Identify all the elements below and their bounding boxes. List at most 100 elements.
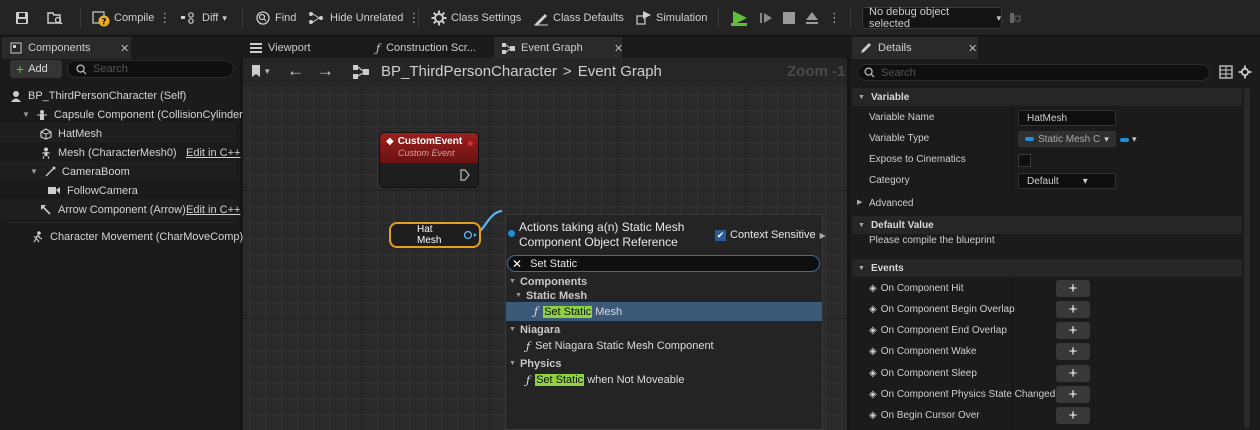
expose-checkbox[interactable] xyxy=(1018,154,1031,167)
breadcrumb-leaf[interactable]: Event Graph xyxy=(578,63,662,80)
tree-item-character-movement[interactable]: Character Movement (CharMoveComp) xyxy=(32,227,243,246)
graph-breadcrumb-bar: ▾ ← → BP_ThirdPersonCharacter > Event Gr… xyxy=(243,58,847,86)
step-icon[interactable] xyxy=(758,10,774,26)
details-scrollbar[interactable] xyxy=(1244,88,1250,428)
category-label: Static Mesh xyxy=(525,289,588,302)
tree-item-self[interactable]: BP_ThirdPersonCharacter (Self) xyxy=(10,86,186,105)
action-item-set-niagara-static-mesh[interactable]: ƒ Set Niagara Static Mesh Component xyxy=(506,337,822,355)
add-event-button[interactable]: + xyxy=(1056,322,1090,339)
hat-mesh-variable-node[interactable]: Hat Mesh xyxy=(389,222,481,248)
eject-icon[interactable] xyxy=(804,10,820,26)
category-physics[interactable]: ▼ Physics xyxy=(506,355,822,372)
class-defaults-label: Class Defaults xyxy=(553,12,624,24)
section-events[interactable]: ▼ Events xyxy=(852,259,1242,277)
action-item-set-static-when-not-moveable[interactable]: ƒ Set Static when Not Moveable xyxy=(506,371,822,389)
add-component-button[interactable]: + Add xyxy=(10,60,62,78)
table-view-icon[interactable] xyxy=(1219,65,1233,79)
tab-components[interactable]: Components ✕ xyxy=(2,37,131,59)
variable-type-select[interactable]: Static Mesh C ▾ xyxy=(1018,131,1116,147)
event-row: ◈ On Component Begin Overlap xyxy=(852,300,1242,321)
edit-in-cpp-link[interactable]: Edit in C++ xyxy=(186,147,240,159)
save-icon xyxy=(16,12,28,24)
play-options-icon[interactable]: ⋮ xyxy=(828,10,841,26)
delegate-pin-icon[interactable] xyxy=(468,141,473,146)
browse-folder-icon xyxy=(47,12,63,25)
components-search-placeholder: Search xyxy=(93,63,128,75)
simulation-button[interactable]: Simulation xyxy=(636,6,707,30)
context-sensitive-toggle[interactable]: ✔ Context Sensitive ▶ xyxy=(715,229,826,241)
variable-name-input[interactable]: HatMesh xyxy=(1018,110,1116,126)
add-event-button[interactable]: + xyxy=(1056,407,1090,424)
search-icon xyxy=(864,67,875,78)
hide-unrelated-button[interactable]: Hide Unrelated ⋮ xyxy=(308,6,420,30)
browse-button[interactable] xyxy=(46,6,64,30)
section-variable[interactable]: ▼ Variable xyxy=(852,88,1242,106)
add-event-button[interactable]: + xyxy=(1056,280,1090,297)
class-defaults-button[interactable]: Class Defaults xyxy=(533,6,624,30)
tree-item-cameraboom[interactable]: ▼ CameraBoom xyxy=(30,162,130,181)
hat-mesh-label: Hat Mesh xyxy=(417,224,442,246)
tab-construction-script[interactable]: ƒ Construction Scr... xyxy=(368,37,492,59)
exec-out-pin-icon[interactable] xyxy=(460,169,470,181)
compile-note-row: Please compile the blueprint xyxy=(852,233,1242,249)
bookmark-button[interactable]: ▾ xyxy=(251,65,270,77)
close-icon[interactable]: ✕ xyxy=(968,42,977,55)
save-button[interactable] xyxy=(14,6,30,30)
add-event-button[interactable]: + xyxy=(1056,386,1090,403)
arrow-component-icon xyxy=(41,204,51,215)
event-row: ◈ On Component Sleep xyxy=(852,364,1242,385)
tree-item-capsule[interactable]: ▼ Capsule Component (CollisionCylinder) xyxy=(22,105,247,124)
action-search-input[interactable]: ✕ Set Static xyxy=(507,255,820,272)
edit-in-cpp-link[interactable]: Edit in C++ xyxy=(186,204,240,216)
class-settings-button[interactable]: Class Settings xyxy=(431,6,521,30)
plus-icon: + xyxy=(1068,322,1078,339)
event-diamond-icon: ◈ xyxy=(869,283,877,294)
compile-button[interactable]: ? Compile ⋮ xyxy=(92,6,171,30)
add-event-button[interactable]: + xyxy=(1056,301,1090,318)
category-niagara[interactable]: ▼ Niagara xyxy=(506,321,822,338)
tree-item-hatmesh[interactable]: HatMesh xyxy=(40,124,102,143)
back-arrow-icon[interactable]: ← xyxy=(287,61,304,81)
compile-label: Compile xyxy=(114,12,155,24)
compile-options-icon[interactable]: ⋮ xyxy=(158,10,171,26)
tab-details[interactable]: Details ✕ xyxy=(852,37,978,59)
section-label: Default Value xyxy=(870,219,934,231)
play-icon[interactable] xyxy=(730,9,750,27)
tree-item-mesh[interactable]: Mesh (CharacterMesh0) Edit in C++ xyxy=(40,143,240,162)
tree-item-arrow[interactable]: Arrow Component (Arrow) Edit in C++ xyxy=(40,200,240,219)
event-row: ◈ On Component Wake xyxy=(852,342,1242,363)
add-event-button[interactable]: + xyxy=(1056,365,1090,382)
tree-item-followcamera[interactable]: FollowCamera xyxy=(48,181,138,200)
close-icon[interactable]: ✕ xyxy=(614,42,623,55)
stop-icon[interactable] xyxy=(782,11,796,25)
hide-unrelated-label: Hide Unrelated xyxy=(330,12,404,24)
simulation-label: Simulation xyxy=(656,12,708,24)
diff-button[interactable]: Diff ▾ xyxy=(180,6,227,30)
details-search-input[interactable]: Search xyxy=(857,64,1210,81)
event-label: On Component Begin Overlap xyxy=(880,304,1015,315)
forward-arrow-icon[interactable]: → xyxy=(317,61,334,81)
settings-gear-icon[interactable] xyxy=(1238,65,1252,79)
tab-event-graph[interactable]: Event Graph ✕ xyxy=(494,37,623,59)
triangle-right-icon: ▶ xyxy=(857,199,863,206)
custom-event-node[interactable]: ◆ CustomEvent Custom Event xyxy=(380,133,478,187)
add-event-button[interactable]: + xyxy=(1056,343,1090,360)
object-pin-icon[interactable] xyxy=(463,230,479,240)
section-default-value[interactable]: ▼ Default Value xyxy=(852,216,1242,234)
close-icon[interactable]: ✕ xyxy=(120,42,129,55)
category-combobox[interactable]: Default ▾ xyxy=(1018,173,1116,189)
debug-filter-icon xyxy=(1010,13,1021,23)
clear-search-icon[interactable]: ✕ xyxy=(512,257,522,271)
breadcrumb-root[interactable]: BP_ThirdPersonCharacter xyxy=(381,63,557,80)
container-type-select[interactable]: ▾ xyxy=(1120,134,1137,145)
debug-object-select[interactable]: No debug object selected ▾ xyxy=(862,6,1002,30)
chevron-down-icon: ▾ xyxy=(1104,133,1109,144)
components-search-input[interactable]: Search xyxy=(67,60,234,78)
tab-viewport[interactable]: Viewport xyxy=(242,37,364,59)
action-item-set-static-mesh[interactable]: ƒ Set Static Mesh xyxy=(506,302,822,321)
search-icon xyxy=(76,63,87,75)
find-button[interactable]: Find xyxy=(255,6,296,30)
debug-object-value: No debug object selected xyxy=(869,6,950,30)
debug-filter-button[interactable] xyxy=(1008,6,1022,30)
prop-advanced[interactable]: ▶ Advanced xyxy=(852,194,1242,215)
